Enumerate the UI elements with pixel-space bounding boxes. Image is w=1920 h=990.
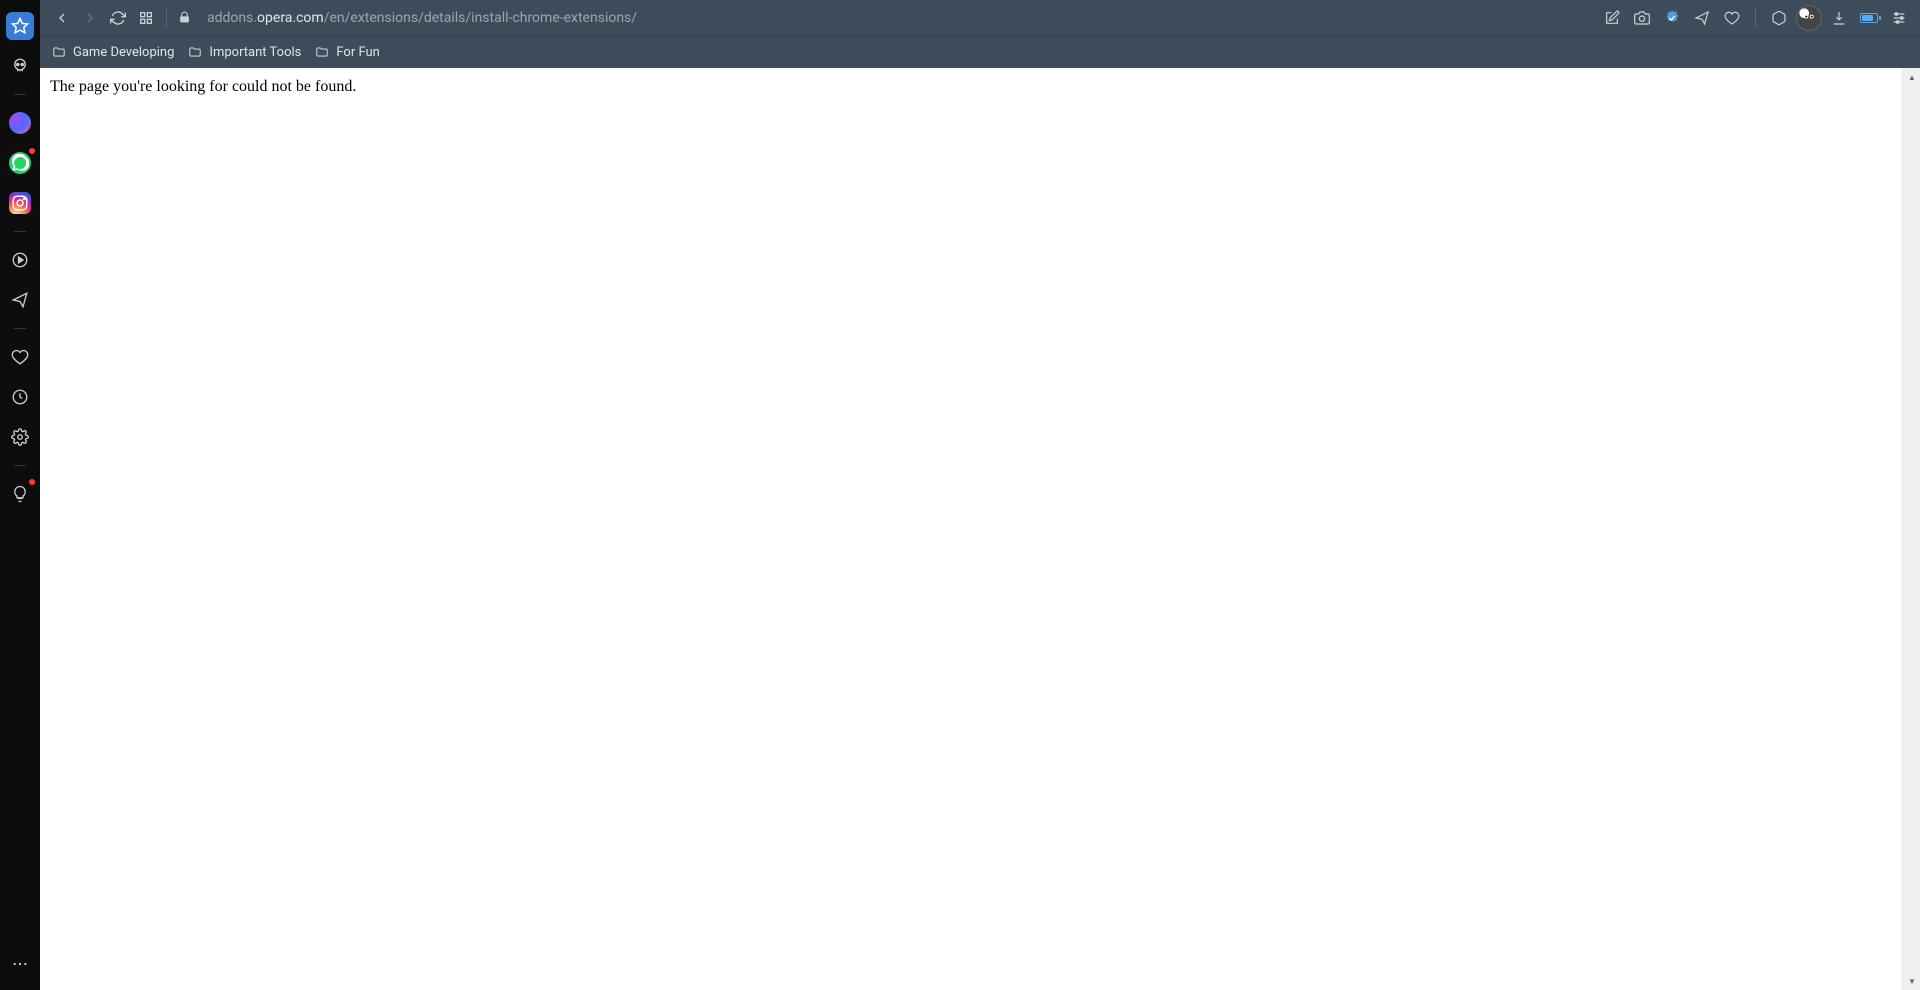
sidebar: [0, 0, 40, 990]
scroll-down-button[interactable]: ▼: [1903, 972, 1920, 990]
snapshot-icon[interactable]: [1629, 5, 1655, 31]
easy-setup-icon[interactable]: [1886, 5, 1912, 31]
sidebar-divider: [14, 465, 26, 466]
folder-icon: [52, 45, 66, 59]
notification-dot: [29, 479, 35, 485]
separator: [166, 8, 167, 28]
downloads-icon[interactable]: [1826, 5, 1852, 31]
bookmarks-bar: Game Developing Important Tools For Fun: [40, 35, 1920, 68]
profile-avatar[interactable]: [1796, 5, 1822, 31]
separator: [1755, 8, 1756, 28]
address-right-icons: [1599, 5, 1912, 31]
scrollbar-track[interactable]: [1903, 86, 1920, 972]
bookmark-folder-game-developing[interactable]: Game Developing: [52, 45, 174, 60]
edit-page-icon[interactable]: [1599, 5, 1625, 31]
scrollbar[interactable]: ▲ ▼: [1902, 68, 1920, 990]
forward-button[interactable]: [76, 4, 104, 32]
speeddial-button[interactable]: [132, 4, 160, 32]
sidebar-item-whatsapp[interactable]: [6, 149, 34, 177]
bookmark-folder-for-fun[interactable]: For Fun: [315, 45, 380, 60]
notification-dot: [29, 148, 35, 154]
instagram-icon: [9, 192, 31, 214]
sidebar-item-heart[interactable]: [6, 343, 34, 371]
folder-icon: [315, 45, 329, 59]
lock-icon[interactable]: [173, 7, 195, 29]
messenger-icon: [9, 112, 31, 134]
page-content: The page you're looking for could not be…: [40, 68, 1920, 106]
error-message: The page you're looking for could not be…: [50, 78, 1910, 96]
bookmark-folder-important-tools[interactable]: Important Tools: [188, 45, 301, 60]
back-button[interactable]: [48, 4, 76, 32]
sidebar-divider: [14, 231, 26, 232]
sidebar-item-send[interactable]: [6, 286, 34, 314]
sidebar-divider: [14, 328, 26, 329]
bookmark-label: Important Tools: [209, 45, 301, 60]
sidebar-divider: [14, 94, 26, 95]
scroll-up-button[interactable]: ▲: [1903, 68, 1920, 86]
verified-icon[interactable]: [1659, 5, 1685, 31]
bookmark-label: For Fun: [336, 45, 380, 60]
sidebar-item-instagram[interactable]: [6, 189, 34, 217]
extensions-icon[interactable]: [1766, 5, 1792, 31]
sidebar-item-messenger[interactable]: [6, 109, 34, 137]
addressbar: addons.opera.com/en/extensions/details/i…: [40, 0, 1920, 35]
sidebar-item-star[interactable]: [6, 12, 34, 40]
battery-icon[interactable]: [1856, 5, 1882, 31]
sidebar-item-bulb[interactable]: [6, 480, 34, 508]
bookmark-label: Game Developing: [73, 45, 174, 60]
folder-icon: [188, 45, 202, 59]
reload-button[interactable]: [104, 4, 132, 32]
url-text: addons.opera.com/en/extensions/details/i…: [207, 10, 637, 26]
sidebar-item-more[interactable]: [6, 950, 34, 978]
heart-icon[interactable]: [1719, 5, 1745, 31]
sidebar-item-skull[interactable]: [6, 52, 34, 80]
sidebar-item-player[interactable]: [6, 246, 34, 274]
whatsapp-icon: [9, 152, 31, 174]
sidebar-item-settings[interactable]: [6, 423, 34, 451]
send-icon[interactable]: [1689, 5, 1715, 31]
address-input[interactable]: addons.opera.com/en/extensions/details/i…: [195, 0, 1599, 35]
sidebar-item-history[interactable]: [6, 383, 34, 411]
